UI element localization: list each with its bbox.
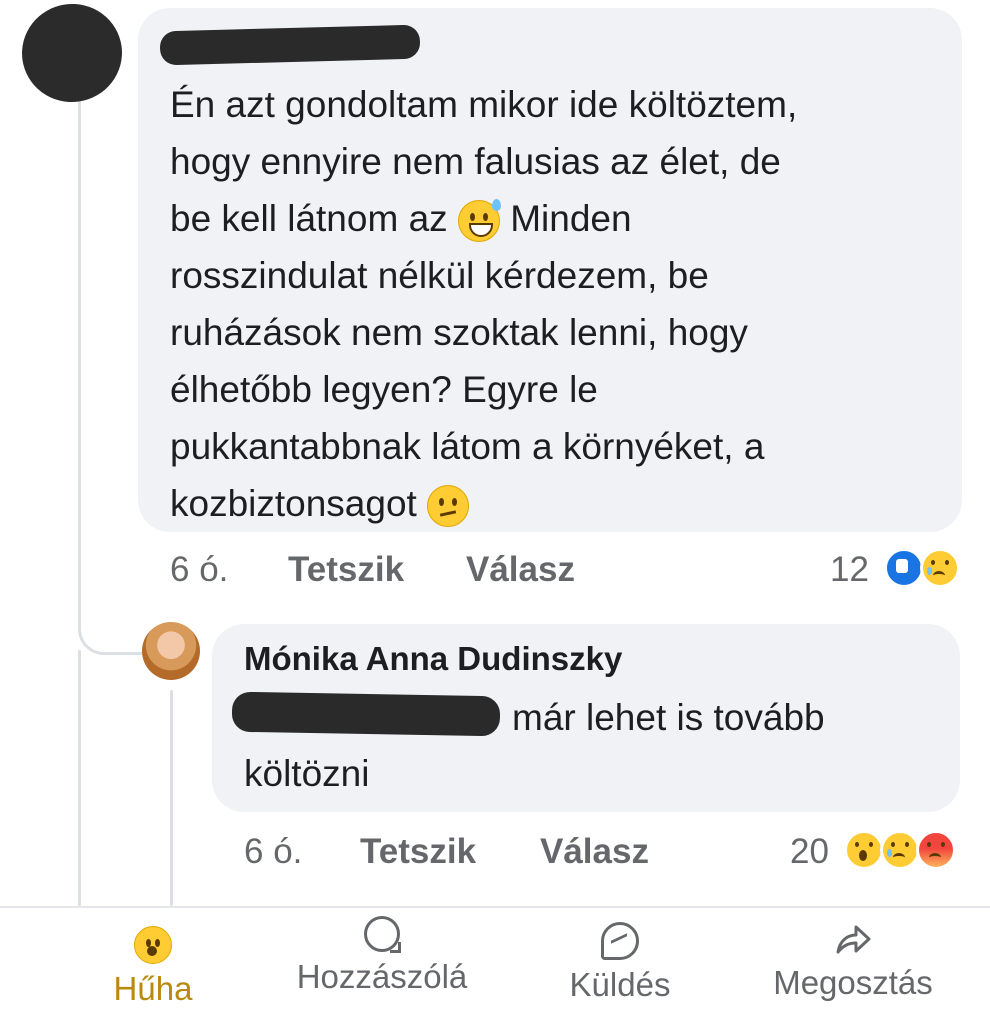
like-reaction-icon — [884, 548, 924, 588]
comment-line: ruházások nem szoktak lenni, hogy — [170, 312, 748, 353]
send-label: Küldés — [569, 966, 671, 1003]
thread-line-reply — [170, 690, 173, 906]
comment-line-part: Minden — [510, 198, 632, 239]
wow-icon — [134, 926, 172, 964]
comment-line-part: kozbiztonsagot — [170, 483, 417, 524]
grinning-sweat-emoji-icon — [457, 199, 501, 243]
sad-reaction-icon — [880, 830, 920, 870]
comment-reactions[interactable]: 12 — [830, 546, 970, 590]
post-action-bar: Hűha Hozzászólá Küldés Megosztás — [0, 906, 990, 1026]
comment-icon — [364, 916, 401, 953]
reply-text: már lehet is tovább költözni — [244, 690, 934, 802]
share-icon — [836, 925, 871, 954]
confused-emoji-icon — [427, 485, 470, 528]
comment-line: rosszindulat nélkül kérdezem, be — [170, 255, 709, 296]
wow-reaction-button[interactable]: Hűha — [98, 926, 208, 1008]
comment-line: kozbiztonsagot — [170, 475, 940, 532]
send-button[interactable]: Küldés — [552, 922, 688, 1004]
reply-reply-button[interactable]: Válasz — [540, 832, 649, 872]
angry-reaction-icon — [916, 830, 956, 870]
comment-line: be kell látnom az Minden — [170, 190, 940, 247]
thread-line-branch — [78, 560, 145, 655]
reply-time[interactable]: 6 ó. — [244, 832, 302, 872]
comment-line: hogy ennyire nem falusias az élet, de — [170, 141, 781, 182]
comment-text: Én azt gondoltam mikor ide költöztem, ho… — [170, 76, 940, 532]
comment-reply-button[interactable]: Válasz — [466, 550, 575, 590]
sad-reaction-icon — [920, 548, 960, 588]
comment-like-button[interactable]: Tetszik — [288, 550, 404, 590]
thread-line-main — [78, 100, 81, 570]
reply-line: költözni — [244, 753, 370, 794]
thread-line-main-lower — [78, 650, 81, 906]
share-button[interactable]: Megosztás — [748, 922, 958, 1002]
comment-line: pukkantabbnak látom a környéket, a — [170, 426, 765, 467]
wow-label: Hűha — [113, 970, 193, 1007]
comment-time[interactable]: 6 ó. — [170, 550, 228, 590]
wow-reaction-icon — [844, 830, 884, 870]
reply-reactions[interactable]: 20 — [790, 828, 970, 872]
redacted-author-name — [159, 24, 421, 66]
avatar[interactable] — [142, 622, 200, 680]
reply-like-button[interactable]: Tetszik — [360, 832, 476, 872]
messenger-icon — [601, 922, 639, 960]
comment-line-part: be kell látnom az — [170, 198, 448, 239]
comment-reaction-count: 12 — [830, 550, 869, 589]
reply-line: már lehet is tovább — [512, 697, 825, 738]
reply-reaction-count: 20 — [790, 832, 829, 871]
comment-button[interactable]: Hozzászólá — [274, 916, 490, 996]
comment-label: Hozzászólá — [296, 958, 468, 995]
comment-line: élhetőbb legyen? Egyre le — [170, 369, 598, 410]
avatar-redacted[interactable] — [15, 0, 129, 109]
reply-author-name[interactable]: Mónika Anna Dudinszky — [244, 640, 622, 678]
share-label: Megosztás — [773, 964, 933, 1001]
comment-line: Én azt gondoltam mikor ide költöztem, — [170, 84, 798, 125]
